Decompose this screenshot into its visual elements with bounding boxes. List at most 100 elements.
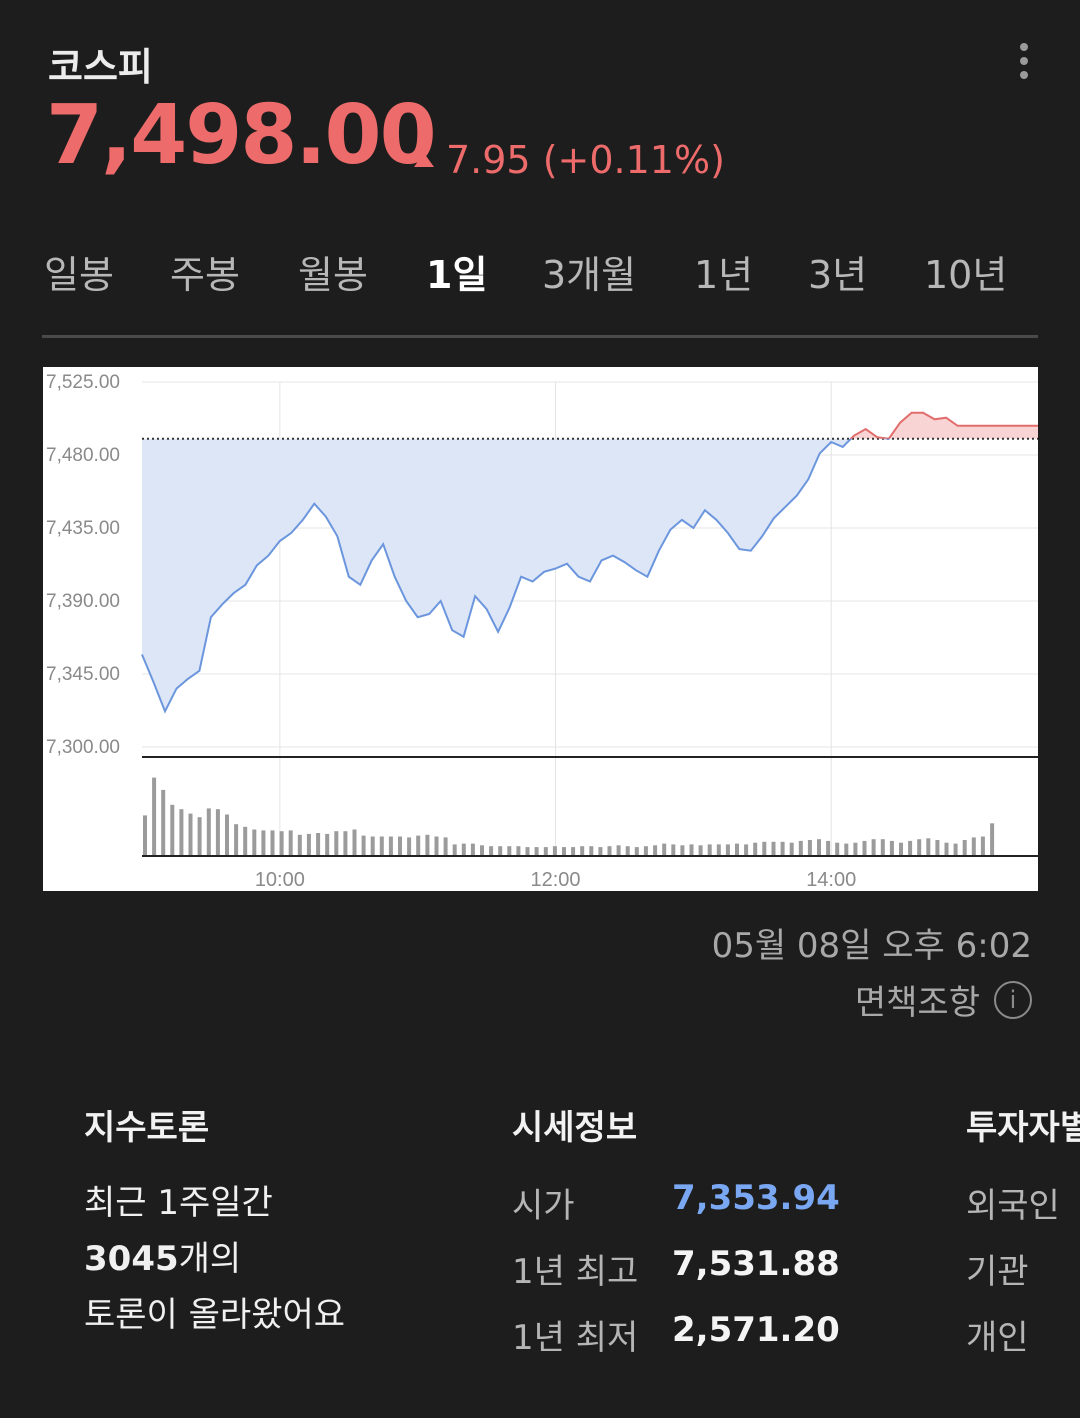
volume-bar [334,831,339,855]
volume-bar [643,846,648,855]
discussion-title[interactable]: 지수토론 [84,1100,209,1149]
volume-bar [762,841,767,855]
volume-bar [971,837,976,855]
volume-bar [498,846,503,855]
x-tick-label: 14:00 [806,869,856,891]
volume-bar [689,844,694,855]
volume-bar [534,847,539,855]
volume-bar [835,842,840,855]
volume-bar [343,831,348,855]
volume-bar [152,777,157,855]
quote-label-52w-high: 1년 최고 [512,1252,639,1292]
volume-bar [188,813,193,855]
y-tick-label: 7,390.00 [46,591,120,612]
volume-bar [862,840,867,855]
disclaimer-link[interactable]: 면책조항 i [855,975,1032,1024]
quote-label-open: 시가 [512,1186,575,1226]
volume-bar [370,836,375,855]
volume-bar [798,840,803,855]
quote-value-open: 7,353.94 [672,1178,840,1218]
volume-bar [598,847,603,855]
volume-bar [926,838,931,855]
volume-bar [170,804,175,855]
volume-bar [698,845,703,855]
volume-bar [179,809,184,855]
investor-individual: 개인 [966,1318,1029,1358]
volume-bar [889,840,894,855]
volume-bar [470,843,475,855]
quote-label-52w-low: 1년 최저 [512,1318,639,1358]
volume-bar [844,843,849,855]
volume-bar [935,840,940,855]
volume-bar [653,845,658,855]
volume-bar [206,808,211,855]
volume-bar [270,830,275,855]
tab-divider [42,335,1038,338]
disclaimer-label: 면책조항 [854,983,980,1023]
volume-bar [425,834,430,855]
volume-bar [461,843,466,855]
y-tick-label: 7,480.00 [46,445,120,466]
volume-bar [807,840,812,855]
volume-bar [944,842,949,855]
tab-weekly-candle[interactable]: 주봉 [170,244,240,299]
volume-bar [443,837,448,855]
volume-bar [671,844,676,855]
y-tick-label: 7,300.00 [46,737,120,758]
tab-1-day[interactable]: 1일 [426,244,487,299]
volume-bar [379,836,384,855]
x-tick-label: 10:00 [255,869,305,891]
discussion-count-suffix: 개의 [178,1239,242,1279]
below-prev-close-area [142,438,1038,712]
volume-bar [252,829,257,855]
volume-bar [589,846,594,855]
quote-info-title[interactable]: 시세정보 [512,1100,637,1149]
volume-bar [361,835,366,855]
price-change-value: 7.95 (+0.11%) [446,138,725,182]
volume-bar [607,846,612,855]
up-arrow-icon [414,153,434,167]
volume-bar [680,845,685,855]
intraday-chart[interactable]: 7,525.00 7,480.00 7,435.00 7,390.00 7,345.00… [43,367,1038,891]
tab-3-months[interactable]: 3개월 [542,244,636,299]
volume-bar [853,842,858,855]
volume-bar [716,844,721,855]
volume-bar [562,847,566,855]
volume-bar [552,846,557,855]
volume-bar [143,815,147,855]
more-options-icon[interactable] [1004,38,1044,84]
investor-foreign: 외국인 [966,1186,1060,1226]
volume-bar [279,831,284,855]
volume-bar [789,842,794,855]
volume-bar [899,842,903,855]
volume-bar [297,834,302,855]
volume-bar [980,836,985,855]
discussion-line-3: 토론이 올라왔어요 [84,1295,346,1335]
volume-bar [398,836,402,855]
tab-3-years[interactable]: 3년 [808,244,867,299]
volume-bar [616,845,621,855]
tab-daily-candle[interactable]: 일봉 [44,244,114,299]
tab-monthly-candle[interactable]: 월봉 [298,244,368,299]
volume-bar [261,830,266,855]
volume-bar [917,839,922,855]
volume-bar [452,844,457,855]
volume-bar [407,837,412,855]
volume-bar [161,789,166,855]
discussion-summary[interactable]: 최근 1주일간 3045개의 토론이 올라왔어요 [84,1175,345,1343]
tab-1-year[interactable]: 1년 [694,244,753,299]
volume-bar [288,830,293,855]
volume-bar [516,846,521,855]
intraday-chart-svg: 7,525.00 7,480.00 7,435.00 7,390.00 7,345.00… [46,372,1038,891]
investor-title[interactable]: 투자자별 [966,1100,1080,1149]
tab-10-years[interactable]: 10년 [924,244,1007,299]
volume-bar [234,824,239,855]
volume-bar [826,840,831,855]
volume-bar [817,839,821,855]
discussion-line-2: 3045개의 [84,1231,345,1287]
volume-bar [871,839,876,855]
volume-bar [507,846,512,855]
volume-bar [489,846,494,855]
y-tick-label: 7,345.00 [46,664,120,685]
volume-bar [735,843,739,855]
